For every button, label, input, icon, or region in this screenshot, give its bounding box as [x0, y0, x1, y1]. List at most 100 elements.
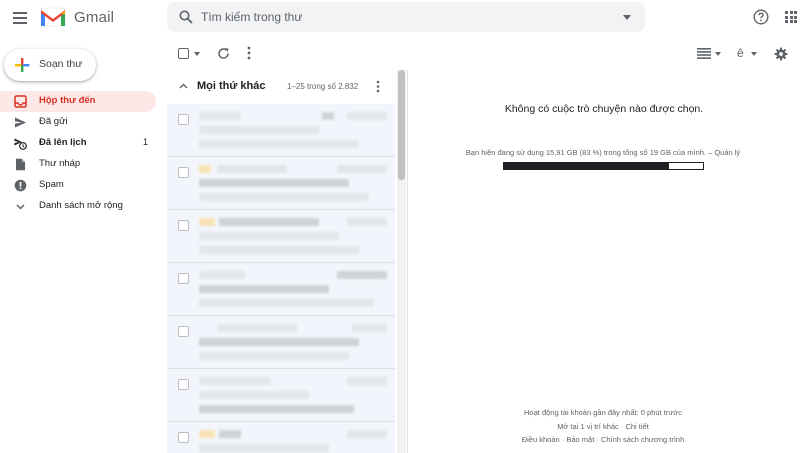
menu-icon — [13, 12, 27, 14]
redacted-label — [199, 218, 215, 226]
sidebar-item-spam[interactable]: Spam — [0, 175, 156, 196]
separator: · — [594, 435, 601, 444]
mail-row[interactable] — [167, 316, 395, 369]
select-all-checkbox[interactable] — [178, 48, 189, 59]
sidebar-item-label: Thư nháp — [39, 158, 81, 169]
redacted-date — [352, 324, 387, 332]
apps-icon[interactable] — [785, 11, 797, 23]
sidebar-item-drafts[interactable]: Thư nháp — [0, 154, 156, 175]
search-options-icon[interactable] — [623, 15, 631, 20]
redacted-sender — [219, 218, 319, 226]
mail-row[interactable] — [167, 157, 395, 210]
redacted-label — [199, 165, 211, 173]
sidebar-item-sent[interactable]: Đã gửi — [0, 112, 156, 133]
inbox-icon — [14, 95, 27, 108]
redacted-subject — [199, 179, 349, 187]
row-checkbox[interactable] — [178, 379, 189, 390]
last-activity: Hoạt động tài khoản gần đây nhất: 0 phút… — [524, 408, 682, 417]
row-checkbox[interactable] — [178, 167, 189, 178]
select-options-icon[interactable] — [194, 52, 200, 56]
split-pane-caret-icon[interactable] — [715, 52, 721, 56]
split-pane-icon[interactable] — [697, 48, 711, 59]
sidebar-item-label: Đã lên lịch — [39, 137, 87, 148]
manage-storage-link[interactable]: Quản lý — [714, 148, 740, 157]
refresh-icon[interactable] — [217, 47, 230, 60]
mail-toolbar: ê — [167, 38, 800, 70]
send-icon — [15, 117, 26, 128]
sidebar-item-scheduled[interactable]: Đã lên lịch 1 — [0, 133, 156, 154]
redacted-subject — [199, 232, 339, 240]
sidebar-item-more[interactable]: Danh sách mở rộng — [0, 196, 156, 217]
redacted-snippet — [199, 140, 359, 148]
help-icon[interactable] — [753, 9, 769, 25]
storage-bar — [503, 162, 704, 170]
storage-usage-text: Bạn hiện đang sử dụng 15,91 GB (83 %) tr… — [465, 148, 706, 157]
sidebar-nav: Hộp thư đến Đã gửi Đã lên lịch 1 Thư nhá… — [0, 91, 160, 217]
scrollbar-thumb[interactable] — [398, 70, 405, 180]
search-icon[interactable] — [179, 10, 193, 24]
terms-link[interactable]: Điều khoản — [522, 435, 560, 444]
more-vert-icon[interactable] — [247, 46, 251, 60]
open-location-text: Mở tại 1 vị trí khác — [557, 422, 619, 431]
redacted-sender — [217, 324, 297, 332]
redacted-date — [337, 271, 387, 279]
privacy-link[interactable]: Bảo mật — [566, 435, 594, 444]
redacted-sender — [217, 165, 287, 173]
mail-row[interactable] — [167, 104, 395, 157]
redacted-snippet — [199, 246, 359, 254]
redacted-subject — [199, 285, 329, 293]
row-checkbox[interactable] — [178, 432, 189, 443]
redacted-text — [322, 112, 334, 120]
chevron-up-icon[interactable] — [179, 83, 188, 89]
gear-icon[interactable] — [774, 47, 788, 61]
storage-usage: Bạn hiện đang sử dụng 15,91 GB (83 %) tr… — [408, 148, 798, 157]
redacted-date — [347, 377, 387, 385]
redacted-sender — [199, 112, 241, 120]
scheduled-count: 1 — [142, 137, 148, 147]
scheduled-icon — [14, 138, 27, 150]
spam-icon — [14, 179, 27, 192]
sidebar-item-label: Danh sách mở rộng — [39, 200, 123, 211]
gmail-logo-icon[interactable] — [40, 7, 66, 27]
sidebar-item-label: Spam — [39, 179, 64, 190]
redacted-sender — [199, 271, 245, 279]
input-tools-caret-icon[interactable] — [751, 52, 757, 56]
redacted-subject — [199, 391, 309, 399]
reading-pane: Không có cuộc trò chuyện nào được chọn. … — [408, 70, 800, 453]
chevron-down-icon — [16, 204, 25, 210]
more-vert-icon[interactable] — [376, 80, 380, 93]
redacted-snippet — [199, 352, 349, 360]
row-checkbox[interactable] — [178, 220, 189, 231]
row-checkbox[interactable] — [178, 273, 189, 284]
app-name: Gmail — [74, 9, 115, 26]
sidebar-item-label: Đã gửi — [39, 116, 68, 127]
redacted-sender — [219, 430, 241, 438]
input-tools-button[interactable]: ê — [737, 46, 744, 60]
row-checkbox[interactable] — [178, 326, 189, 337]
search-input[interactable] — [201, 8, 601, 26]
mail-list: Mọi thứ khác 1–25 trong số 2.832 — [167, 70, 407, 453]
page-range: 1–25 trong số 2.832 — [287, 82, 359, 91]
mail-row[interactable] — [167, 422, 395, 453]
redacted-subject — [199, 338, 359, 346]
main-menu-button[interactable] — [10, 9, 30, 27]
program-policy-link[interactable]: Chính sách chương trình — [601, 435, 684, 444]
mail-row[interactable] — [167, 369, 395, 422]
compose-label: Soạn thư — [39, 58, 83, 70]
activity-details-line: Mở tại 1 vị trí khác · Chi tiết — [408, 422, 798, 431]
redacted-subject — [199, 126, 319, 134]
mail-row[interactable] — [167, 263, 395, 316]
footer-links: Điều khoản · Bảo mật · Chính sách chương… — [408, 435, 798, 444]
sidebar-item-label: Hộp thư đến — [39, 95, 96, 106]
mail-list-scrollbar[interactable] — [397, 70, 406, 453]
details-link[interactable]: Chi tiết — [625, 422, 648, 431]
row-checkbox[interactable] — [178, 114, 189, 125]
search-bar[interactable] — [167, 2, 645, 32]
mail-row[interactable] — [167, 210, 395, 263]
mail-rows — [167, 104, 395, 453]
storage-bar-fill — [504, 163, 670, 169]
section-header[interactable]: Mọi thứ khác 1–25 trong số 2.832 — [167, 70, 395, 104]
redacted-date — [347, 218, 387, 226]
compose-button[interactable]: Soạn thư — [4, 49, 96, 81]
sidebar-item-inbox[interactable]: Hộp thư đến — [0, 91, 156, 112]
